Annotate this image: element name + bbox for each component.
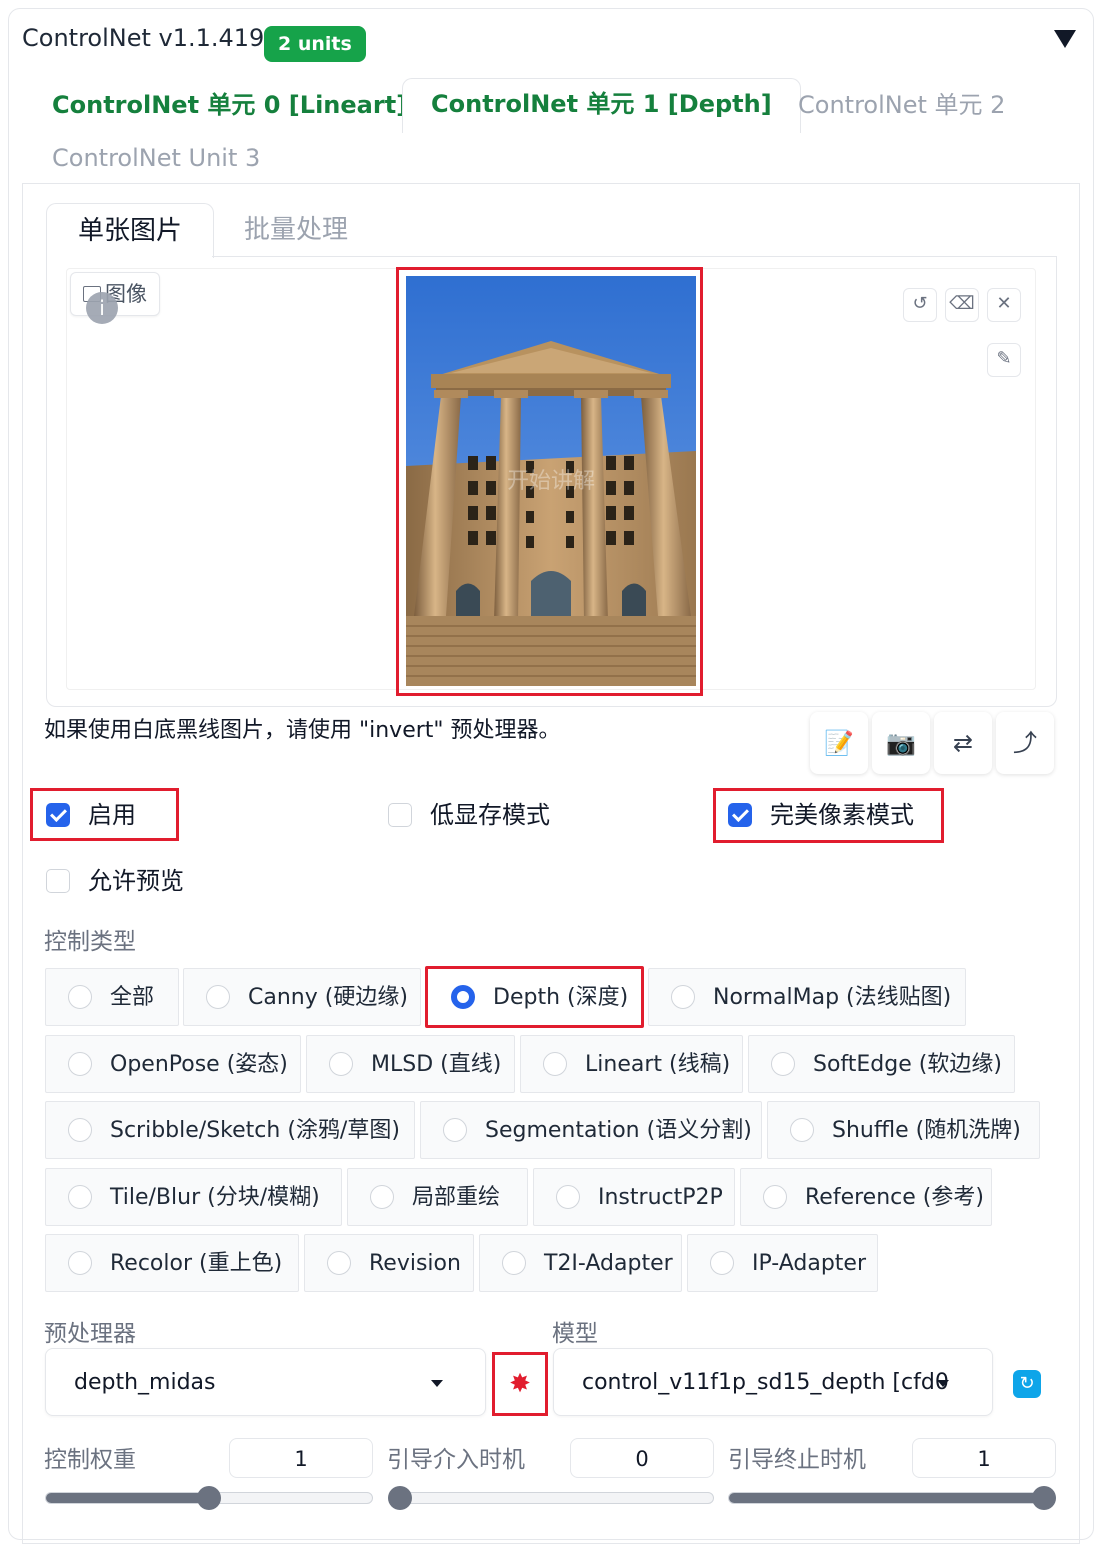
checkbox-icon[interactable] bbox=[728, 803, 752, 827]
camera-icon[interactable]: 📷 bbox=[872, 712, 930, 774]
units-badge: 2 units bbox=[264, 26, 366, 62]
photo-highlight bbox=[396, 267, 703, 696]
model-value: control_v11f1p_sd15_depth [cfd0 bbox=[582, 1370, 949, 1395]
tab-unit-0[interactable]: ControlNet 单元 0 [Lineart] bbox=[44, 80, 415, 130]
pixel-perfect-checkbox[interactable]: 完美像素模式 bbox=[728, 800, 914, 830]
enable-checkbox[interactable]: 启用 bbox=[46, 800, 136, 830]
pixel-perfect-label: 完美像素模式 bbox=[770, 801, 914, 829]
radio-softedge[interactable]: SoftEdge (软边缘) bbox=[748, 1035, 1015, 1093]
swap-icon[interactable]: ⇄ bbox=[934, 712, 992, 774]
preprocessor-label: 预处理器 bbox=[44, 1321, 136, 1347]
checkbox-icon[interactable] bbox=[388, 803, 412, 827]
allow-preview-label: 允许预览 bbox=[88, 867, 184, 895]
undo-icon[interactable]: ↺ bbox=[903, 288, 937, 322]
radio-depth[interactable]: Depth (深度) bbox=[425, 966, 644, 1028]
brush-icon[interactable]: ✎ bbox=[987, 343, 1021, 377]
refresh-icon[interactable]: ↻ bbox=[1013, 1370, 1041, 1398]
control-type-label: 控制类型 bbox=[44, 929, 136, 955]
end-slider[interactable] bbox=[728, 1492, 1056, 1504]
weight-slider-thumb[interactable] bbox=[197, 1486, 221, 1510]
model-label: 模型 bbox=[552, 1321, 598, 1347]
model-select[interactable]: control_v11f1p_sd15_depth [cfd0 bbox=[553, 1348, 993, 1416]
tab-unit-2[interactable]: ControlNet 单元 2 bbox=[790, 80, 1013, 130]
start-slider[interactable] bbox=[388, 1492, 714, 1504]
end-slider-thumb[interactable] bbox=[1032, 1486, 1056, 1510]
start-input[interactable]: 0 bbox=[570, 1438, 714, 1478]
tab-single-image[interactable]: 单张图片 bbox=[46, 203, 214, 258]
collapse-icon[interactable] bbox=[1054, 30, 1076, 48]
tab-batch[interactable]: 批量处理 bbox=[244, 203, 348, 257]
enable-label: 启用 bbox=[88, 801, 136, 829]
radio-revision[interactable]: Revision bbox=[304, 1234, 474, 1292]
allow-preview-checkbox[interactable]: 允许预览 bbox=[46, 866, 184, 896]
preprocessor-value: depth_midas bbox=[74, 1370, 216, 1395]
weight-input[interactable]: 1 bbox=[229, 1438, 373, 1478]
end-input[interactable]: 1 bbox=[912, 1438, 1056, 1478]
radio-normalmap[interactable]: NormalMap (法线贴图) bbox=[648, 968, 966, 1026]
start-label: 引导介入时机 bbox=[387, 1447, 525, 1473]
low-vram-checkbox[interactable]: 低显存模式 bbox=[388, 800, 550, 830]
chevron-down-icon bbox=[431, 1380, 443, 1387]
radio-inpaint[interactable]: 局部重绘 bbox=[347, 1168, 528, 1226]
radio-reference[interactable]: Reference (参考) bbox=[740, 1168, 992, 1226]
checkbox-icon[interactable] bbox=[46, 803, 70, 827]
radio-scribble[interactable]: Scribble/Sketch (涂鸦/草图) bbox=[45, 1101, 415, 1159]
explosion-icon[interactable]: ✸ bbox=[497, 1358, 543, 1410]
checkbox-icon[interactable] bbox=[46, 869, 70, 893]
radio-all[interactable]: 全部 bbox=[45, 968, 179, 1026]
send-dimensions-icon[interactable]: ⤴ bbox=[996, 712, 1054, 774]
radio-ip-adapter[interactable]: IP-Adapter bbox=[687, 1234, 878, 1292]
radio-recolor[interactable]: Recolor (重上色) bbox=[45, 1234, 299, 1292]
end-label: 引导终止时机 bbox=[728, 1447, 866, 1473]
eraser-icon[interactable]: ⌫ bbox=[945, 288, 979, 322]
radio-shuffle[interactable]: Shuffle (随机洗牌) bbox=[767, 1101, 1040, 1159]
radio-t2i-adapter[interactable]: T2I-Adapter bbox=[479, 1234, 682, 1292]
start-slider-thumb[interactable] bbox=[388, 1486, 412, 1510]
info-icon[interactable]: i bbox=[86, 292, 118, 324]
tab-unit-1[interactable]: ControlNet 单元 1 [Depth] bbox=[402, 78, 801, 133]
weight-label: 控制权重 bbox=[44, 1447, 136, 1473]
invert-hint: 如果使用白底黑线图片，请使用 "invert" 预处理器。 bbox=[44, 718, 561, 743]
close-icon[interactable]: ✕ bbox=[987, 288, 1021, 322]
preprocessor-select[interactable]: depth_midas bbox=[45, 1348, 486, 1416]
radio-openpose[interactable]: OpenPose (姿态) bbox=[45, 1035, 301, 1093]
radio-tile-blur[interactable]: Tile/Blur (分块/模糊) bbox=[45, 1168, 342, 1226]
panel-title: ControlNet v1.1.419 bbox=[22, 24, 265, 52]
edit-icon[interactable]: 📝 bbox=[810, 712, 868, 774]
chevron-down-icon bbox=[937, 1380, 949, 1387]
low-vram-label: 低显存模式 bbox=[430, 801, 550, 829]
radio-mlsd[interactable]: MLSD (直线) bbox=[306, 1035, 515, 1093]
radio-instructp2p[interactable]: InstructP2P bbox=[533, 1168, 735, 1226]
radio-canny[interactable]: Canny (硬边缘) bbox=[183, 968, 421, 1026]
radio-lineart[interactable]: Lineart (线稿) bbox=[520, 1035, 743, 1093]
radio-segmentation[interactable]: Segmentation (语义分割) bbox=[420, 1101, 762, 1159]
tab-unit-3[interactable]: ControlNet Unit 3 bbox=[44, 133, 268, 183]
